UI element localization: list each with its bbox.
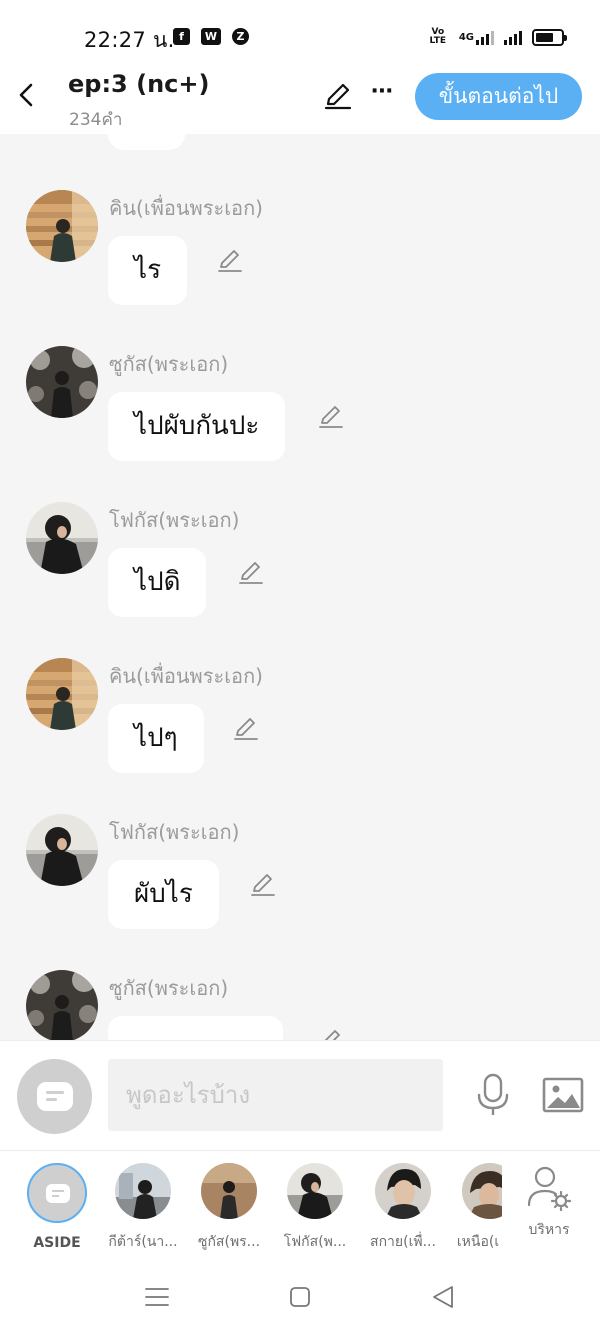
avatar[interactable] [26, 190, 98, 262]
message-row: โฟกัส(พระเอก) ไปดิ [0, 502, 600, 637]
recents-menu-icon[interactable] [142, 1282, 172, 1312]
character-name: เหนือ(เ [456, 1234, 500, 1250]
back-triangle-icon[interactable] [428, 1282, 458, 1312]
edit-message-pencil-icon[interactable] [317, 1026, 345, 1040]
message-row: ซูกัส(พระเอก) ไปผับกันปะ [0, 346, 600, 481]
volte-icon: Vo LTE [429, 27, 447, 46]
manage-characters-button[interactable]: บริหาร [514, 1163, 584, 1241]
more-options-icon[interactable]: ⋯ [366, 80, 398, 112]
message-bubble[interactable]: ไร [108, 236, 188, 305]
character-aside[interactable]: ASIDE [22, 1163, 92, 1251]
speaker-name: คิน(เพื่อนพระเอก) [109, 664, 263, 688]
message-row: โฟกัส(พระเอก) ผับไร [0, 814, 600, 949]
edit-message-pencil-icon[interactable] [237, 558, 265, 586]
facebook-icon: f [173, 28, 190, 45]
character-name: ซูกัส(พร... [197, 1234, 261, 1250]
character-nuea[interactable]: เหนือ(เ [454, 1163, 502, 1253]
status-bar: 22:27 น. f W Z Vo LTE 4G [0, 0, 600, 66]
manage-user-gear-icon [527, 1166, 572, 1212]
avatar [287, 1163, 343, 1219]
chat-area[interactable]: คิน(เพื่อนพระเอก) ไร ซูกัส(พระเอก) ไปผับ… [0, 134, 600, 1040]
avatar [115, 1163, 171, 1219]
network-type-label: 4G [458, 31, 474, 43]
avatar [462, 1163, 502, 1219]
character-name: ASIDE [33, 1235, 81, 1251]
avatar[interactable] [26, 970, 98, 1040]
edit-message-pencil-icon[interactable] [249, 870, 277, 898]
character-name: บริหาร [528, 1222, 570, 1238]
speech-bubble-icon [37, 1082, 73, 1111]
image-icon[interactable] [542, 1077, 584, 1113]
message-bubble[interactable]: ผับไร [108, 860, 219, 929]
speaker-name: โฟกัส(พระเอก) [109, 820, 240, 844]
avatar[interactable] [26, 814, 98, 886]
message-input[interactable] [108, 1059, 443, 1131]
message-bubble[interactable]: ไปๆ [108, 704, 204, 773]
speaker-name: ซูกัส(พระเอก) [109, 352, 229, 376]
microphone-icon[interactable] [474, 1073, 512, 1117]
edit-message-pencil-icon[interactable] [232, 714, 260, 742]
avatar [375, 1163, 431, 1219]
message-bubble[interactable] [108, 1016, 283, 1040]
back-arrow-icon[interactable] [12, 80, 42, 110]
avatar[interactable] [26, 346, 98, 418]
character-focus[interactable]: โฟกัส(พ... [280, 1163, 350, 1253]
character-selector: ASIDE กีต้าร์(นา... ซูกัส(พร... โฟกัส(พ.… [0, 1150, 600, 1260]
speaker-name: โฟกัส(พระเอก) [109, 508, 240, 532]
edit-title-pencil-icon[interactable] [322, 80, 354, 112]
speaker-name: คิน(เพื่อนพระเอก) [109, 196, 263, 220]
message-row: ซูกัส(พระเอก) [0, 970, 600, 1040]
z-app-icon: Z [232, 28, 249, 45]
character-name: สกาย(เพื่... [370, 1234, 436, 1250]
message-input-bar [0, 1040, 600, 1150]
character-sky[interactable]: สกาย(เพื่... [368, 1163, 438, 1253]
next-step-button[interactable]: ขั้นตอนต่อไป [415, 73, 582, 120]
avatar [201, 1163, 257, 1219]
battery-level [536, 32, 553, 42]
status-indicators: Vo LTE 4G [427, 26, 567, 48]
signal-strength-icon-2 [504, 29, 522, 45]
character-name: โฟกัส(พ... [283, 1234, 347, 1250]
character-sugus[interactable]: ซูกัส(พร... [194, 1163, 264, 1253]
character-name: กีต้าร์(นา... [108, 1234, 178, 1250]
edit-message-pencil-icon[interactable] [216, 246, 244, 274]
message-bubble[interactable]: ไปดิ [108, 548, 207, 617]
system-navigation-bar [0, 1260, 600, 1333]
word-count: 234คำ [69, 110, 123, 130]
aside-avatar [27, 1163, 87, 1223]
home-square-icon[interactable] [285, 1282, 315, 1312]
editor-header: ep:3 (nc+) 234คำ ⋯ ขั้นตอนต่อไป [0, 66, 600, 134]
message-row: คิน(เพื่อนพระเอก) ไปๆ [0, 658, 600, 793]
aside-toggle-button[interactable] [17, 1059, 92, 1134]
edit-message-pencil-icon[interactable] [317, 402, 345, 430]
battery-icon [532, 28, 567, 46]
episode-title: ep:3 (nc+) [68, 70, 210, 98]
status-time: 22:27 น. [84, 28, 175, 52]
message-row: คิน(เพื่อนพระเอก) ไร [0, 190, 600, 325]
avatar[interactable] [26, 658, 98, 730]
webtoon-icon: W [201, 28, 221, 45]
speaker-name: ซูกัส(พระเอก) [109, 976, 229, 1000]
avatar[interactable] [26, 502, 98, 574]
signal-strength-icon [476, 29, 494, 45]
previous-message-bubble[interactable] [108, 134, 185, 150]
message-bubble[interactable]: ไปผับกันปะ [108, 392, 286, 461]
character-guitar[interactable]: กีต้าร์(นา... [108, 1163, 178, 1253]
